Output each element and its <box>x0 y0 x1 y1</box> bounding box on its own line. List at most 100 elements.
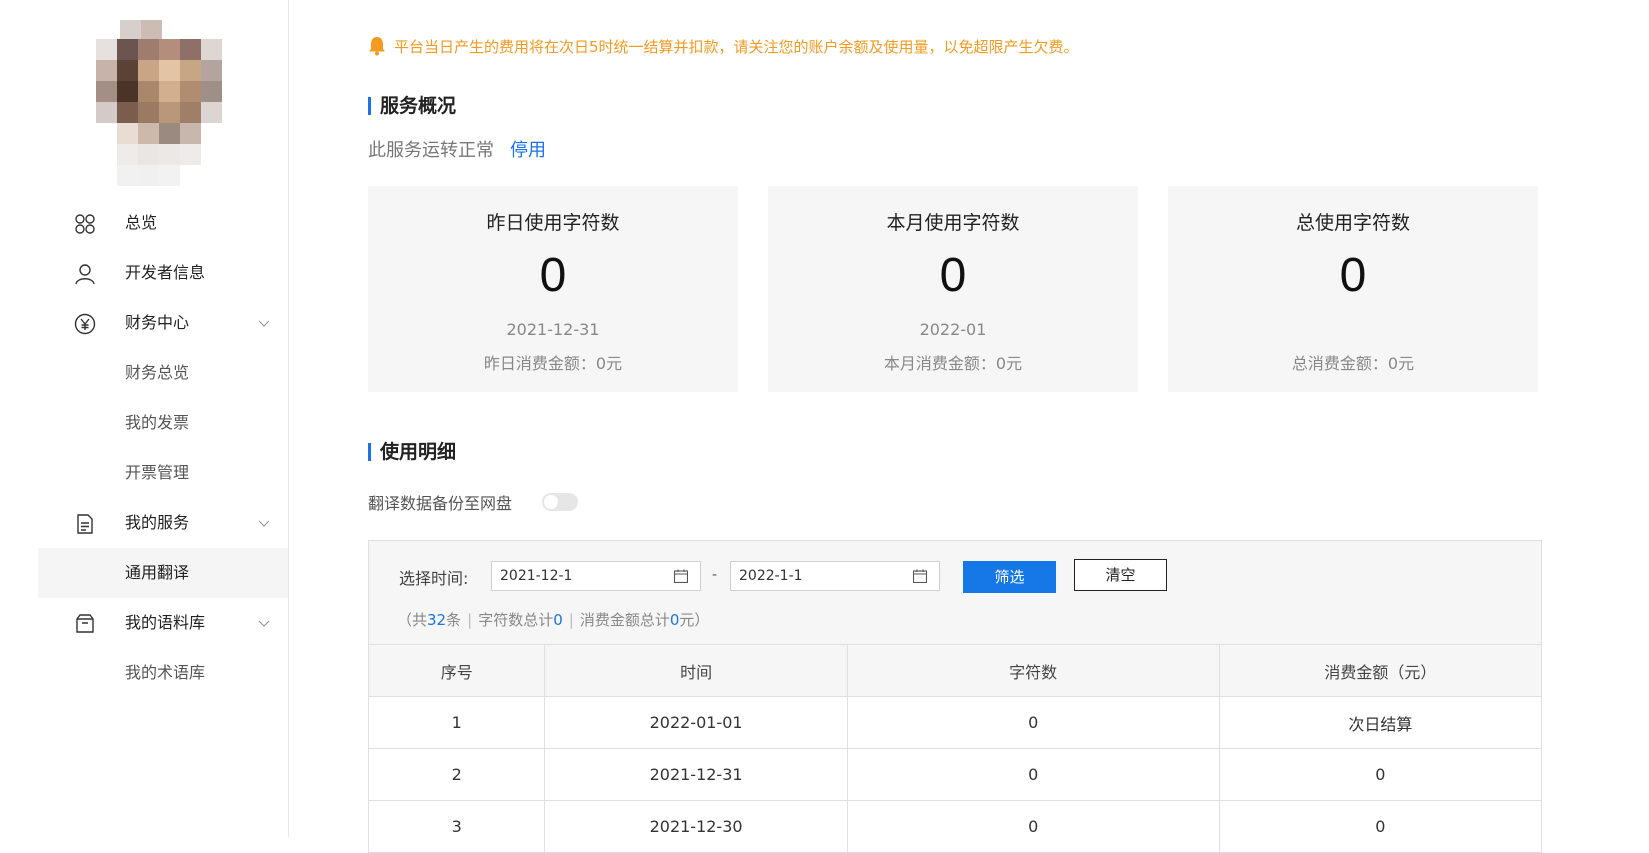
notice-text: 平台当日产生的费用将在次日5时统一结算并扣款，请关注您的账户余额及使用量，以免超… <box>394 37 1079 56</box>
summary-money-total: 0 <box>669 611 680 629</box>
avatar[interactable] <box>96 20 224 186</box>
sidebar-nav: 总览 开发者信息 财务中心 财务总览 我的发票 开票管理 我的服务 通用翻译 我… <box>38 198 288 698</box>
summary-separator: | <box>568 611 574 629</box>
sidebar-item-my-invoices[interactable]: 我的发票 <box>38 398 288 448</box>
sidebar-item-label: 我的术语库 <box>125 663 206 682</box>
sidebar-item-label: 开票管理 <box>125 463 190 482</box>
box-icon <box>76 614 94 633</box>
summary-separator: | <box>467 611 473 629</box>
column-header-chars: 字符数 <box>846 644 1220 697</box>
card-month-usage: 本月使用字符数 0 2022-01 本月消费金额：0元 <box>768 186 1138 392</box>
table-row: 3 2021-12-30 0 0 <box>367 800 1543 853</box>
summary-money-label: 消费金额总计 <box>579 611 670 629</box>
sidebar-item-label: 我的发票 <box>125 413 190 432</box>
card-total-usage: 总使用字符数 0 总消费金额：0元 <box>1168 186 1538 392</box>
usage-cards: 昨日使用字符数 0 2021-12-31 昨日消费金额：0元 本月使用字符数 0… <box>368 186 1542 392</box>
table-row: 2 2021-12-31 0 0 <box>367 748 1543 801</box>
sidebar: 总览 开发者信息 财务中心 财务总览 我的发票 开票管理 我的服务 通用翻译 我… <box>0 0 289 837</box>
sidebar-item-label: 财务中心 <box>125 313 190 332</box>
card-money: 总消费金额：0元 <box>1291 354 1415 373</box>
card-money: 本月消费金额：0元 <box>883 354 1023 373</box>
section-title-overview: 服务概况 <box>368 94 456 118</box>
backup-toggle-label: 翻译数据备份至网盘 <box>368 494 513 513</box>
section-title-details: 使用明细 <box>368 440 456 464</box>
table-cell: 次日结算 <box>1218 696 1543 749</box>
end-date-input[interactable]: 2022-1-1 <box>730 561 940 591</box>
table-cell: 0 <box>846 800 1220 853</box>
sidebar-item-my-corpus[interactable]: 我的语料库 <box>38 598 288 648</box>
table-cell: 2021-12-30 <box>544 800 848 853</box>
yen-circle-icon <box>74 313 96 335</box>
card-value: 0 <box>1339 249 1367 302</box>
table-cell: 3 <box>367 800 546 853</box>
usage-detail-table: 序号 时间 字符数 消费金额（元） 1 2022-01-01 0 次日结算 2 … <box>367 644 1543 853</box>
sidebar-item-overview[interactable]: 总览 <box>38 198 288 248</box>
table-cell: 0 <box>846 748 1220 801</box>
document-icon <box>77 514 93 534</box>
start-date-value: 2021-12-1 <box>500 568 573 584</box>
sidebar-item-my-termbase[interactable]: 我的术语库 <box>38 648 288 698</box>
card-money: 昨日消费金额：0元 <box>483 354 623 373</box>
summary-count: 32 <box>427 611 447 629</box>
backup-toggle-row: 翻译数据备份至网盘 <box>368 490 579 514</box>
table-cell: 2021-12-31 <box>544 748 848 801</box>
sidebar-item-label: 我的服务 <box>125 513 190 532</box>
card-date: 2021-12-31 <box>506 320 600 339</box>
column-header-time: 时间 <box>544 644 848 697</box>
column-header-amount: 消费金额（元） <box>1218 644 1543 697</box>
card-value: 0 <box>939 249 967 302</box>
sidebar-item-label: 通用翻译 <box>125 563 190 582</box>
summary-count-suffix: 条 <box>446 611 462 629</box>
card-title: 总使用字符数 <box>1295 212 1410 234</box>
card-title: 本月使用字符数 <box>886 212 1020 234</box>
column-header-index: 序号 <box>367 644 546 697</box>
card-title: 昨日使用字符数 <box>486 212 620 234</box>
table-cell: 0 <box>846 696 1220 749</box>
usage-summary: （共32条 | 字符数总计0 | 消费金额总计0元） <box>397 609 709 630</box>
sidebar-item-label: 财务总览 <box>125 363 190 382</box>
table-header-row: 序号 时间 字符数 消费金额（元） <box>367 644 1543 697</box>
sidebar-item-general-translation[interactable]: 通用翻译 <box>38 548 288 598</box>
table-cell: 2 <box>367 748 546 801</box>
chevron-down-icon[interactable] <box>258 517 270 529</box>
backup-toggle[interactable] <box>542 493 579 511</box>
chevron-down-icon[interactable] <box>258 317 270 329</box>
card-date: 2022-01 <box>919 320 987 339</box>
sidebar-item-developer-info[interactable]: 开发者信息 <box>38 248 288 298</box>
summary-prefix: （共 <box>397 611 428 629</box>
card-yesterday-usage: 昨日使用字符数 0 2021-12-31 昨日消费金额：0元 <box>368 186 738 392</box>
service-status: 此服务运转正常 停用 <box>368 136 546 162</box>
disable-service-link[interactable]: 停用 <box>510 140 546 161</box>
sidebar-item-my-services[interactable]: 我的服务 <box>38 498 288 548</box>
card-value: 0 <box>539 249 567 302</box>
filter-panel: 选择时间: 2021-12-1 - 2022-1-1 筛选 清空 （共32条 | 字… <box>368 540 1542 645</box>
summary-money-suffix: 元） <box>679 611 710 629</box>
grid-icon <box>75 214 95 234</box>
service-status-text: 此服务运转正常 <box>368 140 494 161</box>
filter-button[interactable]: 筛选 <box>963 561 1056 593</box>
date-range-separator: - <box>712 567 718 583</box>
sidebar-item-label: 总览 <box>125 213 158 232</box>
user-icon <box>75 264 95 285</box>
summary-chars-label: 字符数总计 <box>478 611 554 629</box>
billing-notice: 平台当日产生的费用将在次日5时统一结算并扣款，请关注您的账户余额及使用量，以免超… <box>368 34 1079 58</box>
start-date-input[interactable]: 2021-12-1 <box>491 561 701 591</box>
table-cell: 0 <box>1218 800 1543 853</box>
time-range-label: 选择时间: <box>399 569 469 588</box>
clear-button[interactable]: 清空 <box>1074 559 1167 591</box>
sidebar-item-finance-overview[interactable]: 财务总览 <box>38 348 288 398</box>
sidebar-item-finance[interactable]: 财务中心 <box>38 298 288 348</box>
end-date-value: 2022-1-1 <box>739 568 803 584</box>
chevron-down-icon[interactable] <box>258 617 270 629</box>
table-cell: 2022-01-01 <box>544 696 848 749</box>
table-row: 1 2022-01-01 0 次日结算 <box>367 696 1543 749</box>
bell-icon <box>369 37 385 56</box>
table-cell: 1 <box>367 696 546 749</box>
sidebar-item-label: 开发者信息 <box>125 263 206 282</box>
summary-chars-total: 0 <box>553 611 563 629</box>
sidebar-item-invoice-management[interactable]: 开票管理 <box>38 448 288 498</box>
calendar-icon <box>913 569 927 583</box>
sidebar-item-label: 我的语料库 <box>125 613 206 632</box>
table-cell: 0 <box>1218 748 1543 801</box>
calendar-icon <box>674 569 688 583</box>
